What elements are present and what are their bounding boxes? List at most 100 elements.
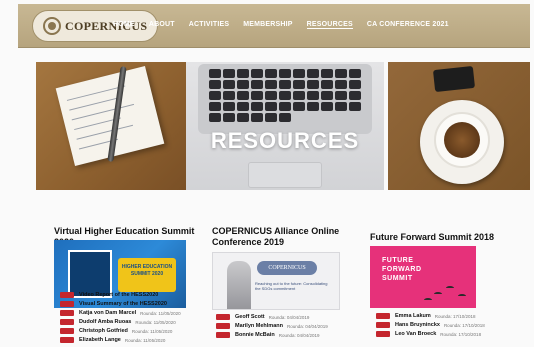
hero-title: RESOURCES	[210, 128, 360, 153]
video-badge-icon	[60, 301, 74, 307]
bird-icon	[446, 286, 454, 290]
keyboard-key-icon	[293, 91, 305, 100]
keyboard-key-icon	[307, 69, 319, 78]
nav-resources[interactable]: RESOURCES	[306, 21, 353, 29]
keyboard-key-icon	[335, 91, 347, 100]
keyboard-key-icon	[251, 69, 263, 78]
video-badge-icon	[60, 328, 74, 334]
keyboard-key-icon	[279, 113, 291, 122]
nav-about[interactable]: ABOUT	[149, 21, 175, 29]
ca-2019-thumbnail[interactable]: COPERNICUS Reaching out to the future: C…	[212, 252, 340, 310]
list-item[interactable]: Geoff Scott Rounda: 04/04/2019	[216, 313, 328, 321]
ca-2019-list: Geoff Scott Rounda: 04/04/2019 Marilyn Me…	[216, 313, 328, 340]
column-ca-2019: COPERNICUS Alliance Online Conference 20…	[212, 226, 342, 248]
keyboard-key-icon	[251, 91, 263, 100]
keyboard-key-icon	[307, 102, 319, 111]
keyboard-key-icon	[349, 69, 361, 78]
keyboard-key-icon	[279, 80, 291, 89]
keyboard-key-icon	[223, 69, 235, 78]
video-badge-icon	[60, 319, 74, 325]
keyboard-key-icon	[251, 113, 263, 122]
copernicus-logo-icon	[43, 17, 61, 35]
keyboard-key-icon	[349, 80, 361, 89]
video-badge-icon	[216, 323, 230, 329]
list-item[interactable]: Emma Lakum Rounda: 17/10/2018	[376, 312, 485, 320]
thumbnail-caption: Reaching out to the future: Consolidatin…	[255, 281, 328, 291]
keyboard-key-icon	[307, 91, 319, 100]
keyboard-key-icon	[293, 80, 305, 89]
video-badge-icon	[60, 292, 74, 298]
column-ffs-2018: Future Forward Summit 2018	[370, 232, 510, 243]
keyboard-key-icon	[349, 102, 361, 111]
keyboard-key-icon	[349, 91, 361, 100]
keyboard-key-icon	[265, 113, 277, 122]
nav-home[interactable]: HOME	[113, 21, 135, 29]
keyboard-key-icon	[265, 91, 277, 100]
nav-activities[interactable]: ACTIVITIES	[189, 21, 230, 29]
keyboard-key-icon	[223, 113, 235, 122]
ffs-2018-list: Emma Lakum Rounda: 17/10/2018 Hans Bruyni…	[376, 312, 485, 339]
ffs-thumbnail-text: FUTURE FORWARD SUMMIT	[382, 257, 422, 282]
hero-notebook-image	[36, 62, 186, 190]
keyboard-key-icon	[209, 80, 221, 89]
keyboard-key-icon	[209, 91, 221, 100]
video-badge-icon	[376, 331, 390, 337]
video-badge-icon	[376, 313, 390, 319]
keyboard-key-icon	[279, 102, 291, 111]
ffs-2018-thumbnail[interactable]: FUTURE FORWARD SUMMIT	[370, 246, 476, 308]
column-title[interactable]: Future Forward Summit 2018	[370, 232, 510, 243]
site-header: COPERNICUS HOME ABOUT ACTIVITIES MEMBERS…	[18, 4, 530, 48]
keyboard-key-icon	[237, 102, 249, 111]
video-badge-icon	[216, 332, 230, 338]
bird-icon	[424, 298, 432, 302]
list-item[interactable]: Katja von Dam Marcel Rounda: 11/05/2020	[60, 309, 181, 317]
keyboard-key-icon	[293, 102, 305, 111]
nav-ca-conference-2021[interactable]: CA CONFERENCE 2021	[367, 21, 449, 29]
resources-page: COPERNICUS HOME ABOUT ACTIVITIES MEMBERS…	[0, 0, 534, 347]
list-item[interactable]: Marilyn Mehlmann Rounda: 04/04/2019	[216, 322, 328, 330]
person-figure-icon	[227, 261, 251, 309]
list-item[interactable]: Bonnie McBain Rounda: 04/04/2019	[216, 331, 328, 339]
keyboard-key-icon	[321, 91, 333, 100]
keyboard-key-icon	[209, 102, 221, 111]
keyboard-key-icon	[265, 69, 277, 78]
video-badge-icon	[60, 337, 74, 343]
bird-icon	[458, 294, 466, 298]
keyboard-key-icon	[223, 80, 235, 89]
keyboard-key-icon	[223, 91, 235, 100]
keyboard-key-icon	[237, 91, 249, 100]
keyboard-key-icon	[279, 91, 291, 100]
nav-membership[interactable]: MEMBERSHIP	[243, 21, 292, 29]
keyboard-key-icon	[321, 69, 333, 78]
list-item[interactable]: Dudolf Amba Ruoas Rounda: 11/05/2020	[60, 318, 181, 326]
list-item[interactable]: Video Report of the HESS2020	[60, 291, 181, 299]
list-item[interactable]: Leo Van Broeck Rounda: 17/10/2018	[376, 330, 485, 338]
list-item[interactable]: Hans Bruyninckx Rounda: 17/10/2018	[376, 321, 485, 329]
bird-icon	[434, 292, 442, 296]
copernicus-small-logo: COPERNICUS	[257, 261, 317, 275]
keyboard-key-icon	[335, 69, 347, 78]
coffee-icon	[444, 122, 480, 158]
keyboard-key-icon	[265, 102, 277, 111]
trackpad-icon	[248, 162, 322, 188]
keyboard-key-icon	[335, 102, 347, 111]
keyboard-key-icon	[307, 80, 319, 89]
video-badge-icon	[376, 322, 390, 328]
keyboard-key-icon	[293, 69, 305, 78]
keyboard-key-icon	[237, 80, 249, 89]
video-badge-icon	[216, 314, 230, 320]
hess-badge: HIGHER EDUCATION SUMMIT 2020	[118, 258, 176, 292]
list-item[interactable]: Elizabeth Lange Rounda: 11/05/2020	[60, 336, 181, 344]
keyboard-key-icon	[321, 80, 333, 89]
list-item[interactable]: Christoph Gotfried Rounda: 11/05/2020	[60, 327, 181, 335]
column-title[interactable]: COPERNICUS Alliance Online Conference 20…	[212, 226, 342, 248]
keyboard-key-icon	[237, 69, 249, 78]
phone-icon	[432, 65, 476, 93]
keyboard-key-icon	[321, 102, 333, 111]
keyboard-key-icon	[209, 69, 221, 78]
list-item[interactable]: Visual Summary of the HESS2020	[60, 300, 181, 308]
hero-laptop-image: RESOURCES	[186, 62, 384, 190]
hero-banner: RESOURCES	[36, 62, 530, 190]
main-nav: HOME ABOUT ACTIVITIES MEMBERSHIP RESOURC…	[113, 21, 463, 29]
keyboard-key-icon	[265, 80, 277, 89]
